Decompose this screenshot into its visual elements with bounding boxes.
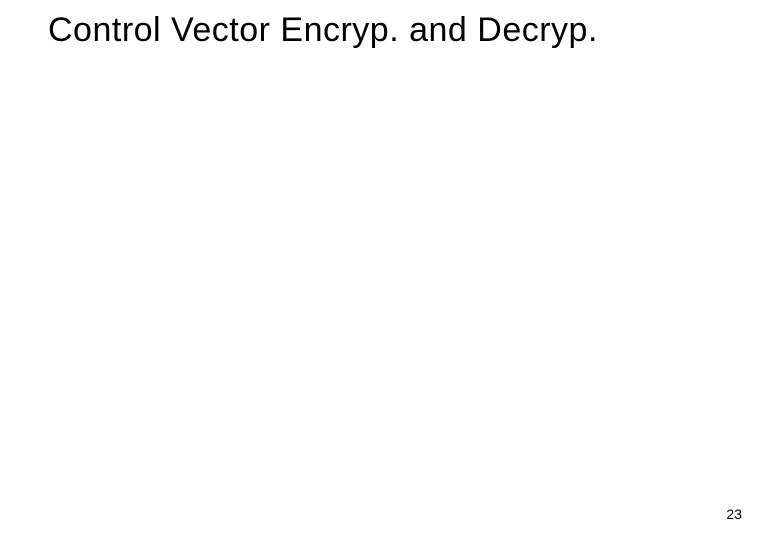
slide-title: Control Vector Encryp. and Decryp. (48, 10, 760, 51)
page-number: 23 (726, 506, 742, 522)
slide-container: Control Vector Encryp. and Decryp. 23 (0, 0, 780, 540)
